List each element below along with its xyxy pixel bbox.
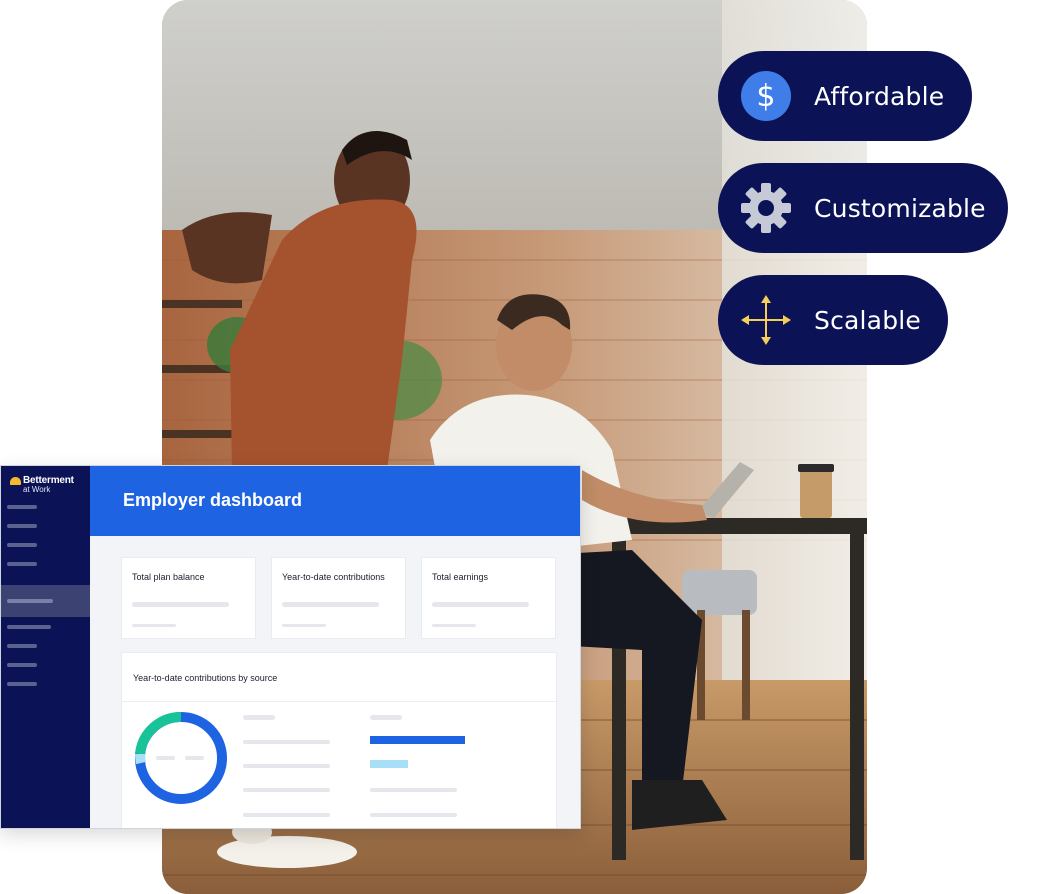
legend-row-label-placeholder: [243, 740, 330, 744]
sidebar-item-8[interactable]: [7, 663, 37, 667]
sidebar-item-1[interactable]: [7, 505, 37, 509]
card-value-placeholder: [282, 602, 379, 607]
legend-header-placeholder: [370, 715, 402, 720]
logo-mark-icon: [10, 476, 21, 485]
legend-row-value-placeholder: [370, 813, 457, 817]
contributions-donut-chart: [135, 711, 227, 804]
card-total-plan-balance[interactable]: Total plan balance: [121, 557, 256, 639]
donut-center-placeholder: [156, 756, 175, 760]
dollar-icon: $: [740, 70, 792, 122]
legend-header-placeholder: [243, 715, 275, 720]
feature-pill-customizable: Customizable: [718, 163, 1008, 253]
legend-row-label-placeholder: [243, 764, 330, 768]
svg-text:$: $: [756, 79, 775, 114]
sidebar-item-2[interactable]: [7, 524, 37, 528]
card-ytd-contributions[interactable]: Year-to-date contributions: [271, 557, 406, 639]
move-arrows-icon: [740, 294, 792, 346]
feature-label: Affordable: [814, 81, 945, 111]
legend-row-value-placeholder: [370, 788, 457, 792]
donut-center-placeholder: [185, 756, 204, 760]
sidebar-item-7[interactable]: [7, 644, 37, 648]
sidebar-item-9[interactable]: [7, 682, 37, 686]
card-subvalue-placeholder: [282, 624, 326, 627]
card-subvalue-placeholder: [432, 624, 476, 627]
feature-label: Scalable: [814, 305, 921, 335]
page-title: Employer dashboard: [123, 490, 303, 510]
legend-row-label-placeholder: [243, 788, 330, 792]
card-value-placeholder: [432, 602, 529, 607]
legend-row-label-placeholder: [243, 813, 330, 817]
sidebar-item-active[interactable]: [1, 585, 90, 617]
legend-bar-blue: [370, 736, 465, 744]
legend-bar-light: [370, 760, 408, 768]
card-subvalue-placeholder: [132, 624, 176, 627]
sidebar-item-6[interactable]: [7, 625, 51, 629]
panel-title: Year-to-date contributions by source: [133, 673, 278, 683]
sidebar-item-4[interactable]: [7, 562, 37, 566]
employer-dashboard-window: Betterment at Work Employer dashboard To…: [0, 465, 581, 829]
card-label: Total earnings: [432, 572, 489, 582]
sidebar-item-active-label: [7, 599, 53, 603]
brand-logo[interactable]: Betterment at Work: [10, 475, 74, 494]
sidebar: Betterment at Work: [1, 466, 90, 828]
dashboard-header: Employer dashboard: [90, 466, 580, 536]
card-total-earnings[interactable]: Total earnings: [421, 557, 556, 639]
feature-label: Customizable: [814, 193, 986, 223]
panel-divider: [122, 701, 558, 702]
donut-segment-light: [135, 753, 146, 765]
feature-pill-affordable: $ Affordable: [718, 51, 972, 141]
sidebar-item-3[interactable]: [7, 543, 37, 547]
card-label: Year-to-date contributions: [282, 572, 385, 582]
card-value-placeholder: [132, 602, 229, 607]
card-label: Total plan balance: [132, 572, 205, 582]
gear-icon: [740, 182, 792, 234]
contributions-by-source-panel: Year-to-date contributions by source: [121, 652, 558, 828]
feature-pill-scalable: Scalable: [718, 275, 948, 365]
brand-subtitle: at Work: [23, 485, 51, 494]
